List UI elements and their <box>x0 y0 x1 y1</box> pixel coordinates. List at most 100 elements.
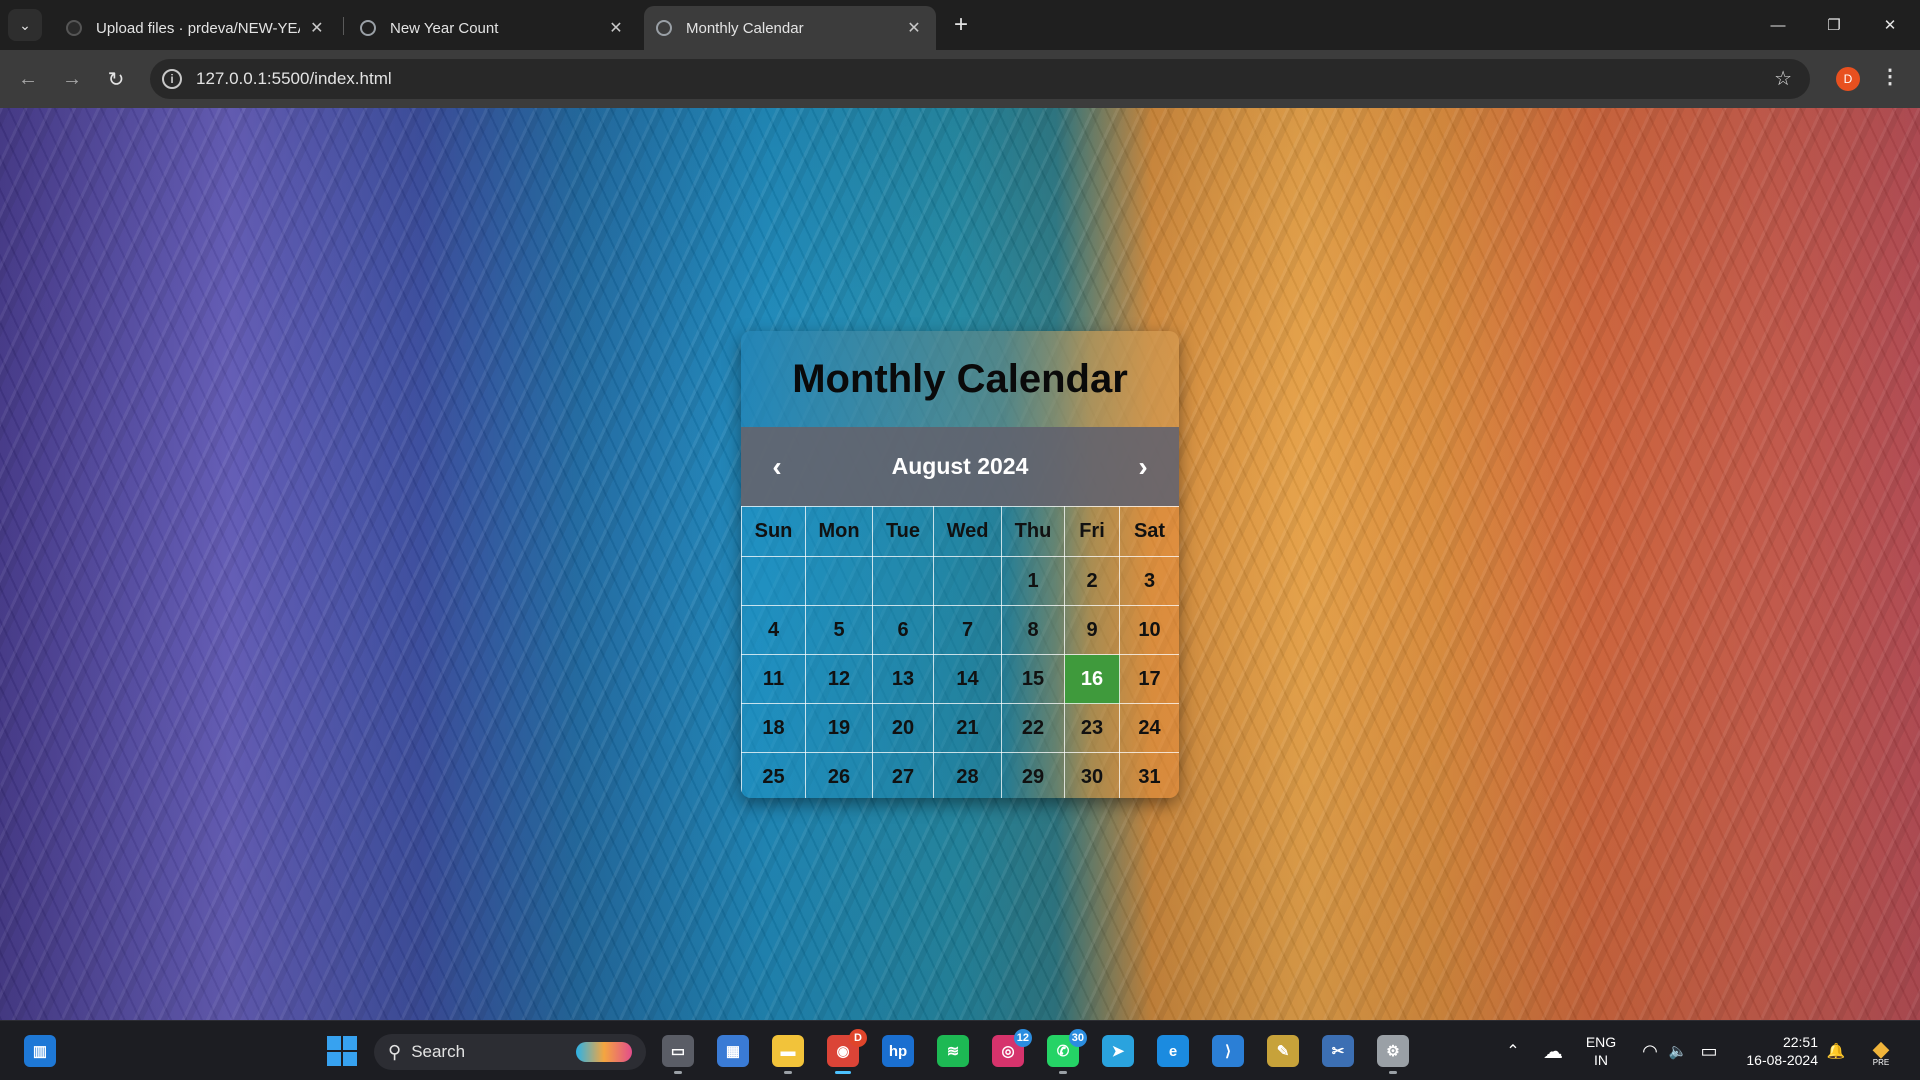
close-icon[interactable]: ✕ <box>308 18 326 38</box>
window-close-button[interactable]: ✕ <box>1862 0 1918 50</box>
day-cell[interactable]: 24 <box>1119 703 1179 753</box>
edge-icon[interactable]: e <box>1157 1035 1189 1067</box>
tray-overflow-button[interactable]: ⌃ <box>1500 1021 1526 1080</box>
day-cell[interactable]: 23 <box>1064 703 1120 753</box>
info-icon[interactable]: i <box>162 69 182 89</box>
back-button[interactable]: ← <box>12 63 44 95</box>
day-cell[interactable]: 27 <box>872 752 934 798</box>
vscode-icon[interactable]: ⟩ <box>1212 1035 1244 1067</box>
day-cell[interactable]: 7 <box>933 605 1002 655</box>
tab-title: New Year Count <box>390 19 499 37</box>
page-title: Monthly Calendar <box>741 331 1179 427</box>
notification-icon[interactable]: 🔔 <box>1824 1021 1848 1080</box>
instagram-icon[interactable]: ◎ 12 <box>992 1029 1032 1067</box>
volume-icon[interactable]: 🔈 <box>1664 1021 1692 1080</box>
settings-icon[interactable]: ⚙ <box>1377 1035 1409 1067</box>
address-bar[interactable]: i 127.0.0.1:5500/index.html ☆ <box>150 59 1810 99</box>
tab-search-button[interactable]: ⌄ <box>8 9 42 41</box>
day-cell[interactable]: 9 <box>1064 605 1120 655</box>
plus-icon: + <box>953 11 968 38</box>
wifi-icon[interactable]: ◠ <box>1636 1021 1664 1080</box>
day-cell[interactable]: 20 <box>872 703 934 753</box>
day-cell[interactable]: 12 <box>805 654 873 704</box>
weekday-header: Sat <box>1119 506 1179 557</box>
day-cell[interactable]: 25 <box>741 752 806 798</box>
restore-button[interactable]: ❐ <box>1806 0 1862 50</box>
clock[interactable]: 22:51 16-08-2024 <box>1736 1021 1818 1080</box>
day-cell[interactable]: 14 <box>933 654 1002 704</box>
tab-upload-files[interactable]: Upload files · prdeva/NEW-YEAR ✕ <box>54 6 338 50</box>
kebab-menu-icon[interactable]: ⋮ <box>1880 64 1900 89</box>
reload-icon: ↻ <box>107 68 125 91</box>
language-indicator[interactable]: ENG IN <box>1576 1021 1626 1080</box>
day-cell[interactable]: 1 <box>1001 556 1065 606</box>
day-cell[interactable]: 19 <box>805 703 873 753</box>
spotify-glyph: ≋ <box>946 1043 960 1060</box>
day-cell[interactable]: 5 <box>805 605 873 655</box>
widgets-button[interactable]: ▥ <box>24 1035 56 1067</box>
day-cell[interactable]: 4 <box>741 605 806 655</box>
day-cell[interactable]: 6 <box>872 605 934 655</box>
chrome-glyph: ◉ <box>836 1043 850 1060</box>
day-cell[interactable]: 3 <box>1119 556 1179 606</box>
next-month-button[interactable]: › <box>1129 451 1157 483</box>
onedrive-icon[interactable]: ☁ <box>1538 1021 1568 1080</box>
close-icon[interactable]: ✕ <box>606 18 626 38</box>
whatsapp-icon[interactable]: ✆ 30 <box>1047 1029 1087 1067</box>
today-cell[interactable]: 16 <box>1064 654 1120 704</box>
day-cell[interactable]: 10 <box>1119 605 1179 655</box>
minimize-button[interactable]: — <box>1750 0 1806 50</box>
day-cell[interactable]: 2 <box>1064 556 1120 606</box>
day-cell[interactable]: 22 <box>1001 703 1065 753</box>
day-cell[interactable]: 8 <box>1001 605 1065 655</box>
chrome-icon[interactable]: ◉ D <box>827 1029 867 1067</box>
microsoft-store-icon[interactable]: ▦ <box>717 1035 749 1067</box>
tab-new-year-count[interactable]: New Year Count ✕ <box>348 6 638 50</box>
profile-avatar[interactable]: D <box>1836 67 1860 91</box>
prev-month-button[interactable]: ‹ <box>763 451 791 483</box>
star-icon[interactable]: ☆ <box>1774 66 1792 91</box>
tab-monthly-calendar[interactable]: Monthly Calendar ✕ <box>644 6 936 50</box>
weekday-header: Sun <box>741 506 806 557</box>
tab-divider <box>343 17 344 35</box>
day-cell[interactable]: 26 <box>805 752 873 798</box>
day-cell <box>872 556 934 606</box>
new-tab-button[interactable]: + <box>946 10 976 40</box>
running-indicator <box>784 1071 792 1074</box>
day-cell[interactable]: 28 <box>933 752 1002 798</box>
bell-glyph: 🔔 <box>1826 1043 1846 1060</box>
reload-button[interactable]: ↻ <box>100 63 132 95</box>
copilot-button[interactable]: ◆ PRE <box>1862 1021 1900 1080</box>
url-text[interactable]: 127.0.0.1:5500/index.html <box>196 69 392 89</box>
globe-icon <box>360 20 376 36</box>
forward-button[interactable]: → <box>56 63 88 95</box>
browser-toolbar: ← → ↻ i 127.0.0.1:5500/index.html ☆ D ⋮ <box>0 50 1920 108</box>
myhp-icon[interactable]: hp <box>882 1035 914 1067</box>
taskbar-search[interactable]: ⚲ Search <box>374 1034 646 1070</box>
calendar-grid: Sun Mon Tue Wed Thu Fri Sat 1 2 3 4 5 6 … <box>741 506 1179 798</box>
day-cell[interactable]: 15 <box>1001 654 1065 704</box>
file-explorer-icon[interactable]: ▬ <box>772 1035 804 1067</box>
day-cell[interactable]: 31 <box>1119 752 1179 798</box>
start-button[interactable] <box>326 1035 358 1067</box>
snipping-tool-icon[interactable]: ✂ <box>1322 1035 1354 1067</box>
battery-icon[interactable]: ▭ <box>1694 1021 1724 1080</box>
day-cell[interactable]: 30 <box>1064 752 1120 798</box>
week-row: 11 12 13 14 15 16 17 <box>741 654 1179 704</box>
day-cell[interactable]: 21 <box>933 703 1002 753</box>
telegram-icon[interactable]: ➤ <box>1102 1035 1134 1067</box>
day-cell[interactable]: 13 <box>872 654 934 704</box>
day-cell[interactable]: 29 <box>1001 752 1065 798</box>
day-cell[interactable]: 11 <box>741 654 806 704</box>
photos-icon[interactable]: ✎ <box>1267 1035 1299 1067</box>
copilot-label: PRE <box>1872 1057 1890 1067</box>
day-cell[interactable]: 17 <box>1119 654 1179 704</box>
close-icon: ✕ <box>1883 17 1897 34</box>
week-row: 18 19 20 21 22 23 24 <box>741 703 1179 753</box>
spotify-icon[interactable]: ≋ <box>937 1035 969 1067</box>
github-icon <box>66 20 82 36</box>
close-icon[interactable]: ✕ <box>904 18 924 38</box>
weekday-header: Fri <box>1064 506 1120 557</box>
task-view-icon[interactable]: ▭ <box>662 1035 694 1067</box>
day-cell[interactable]: 18 <box>741 703 806 753</box>
